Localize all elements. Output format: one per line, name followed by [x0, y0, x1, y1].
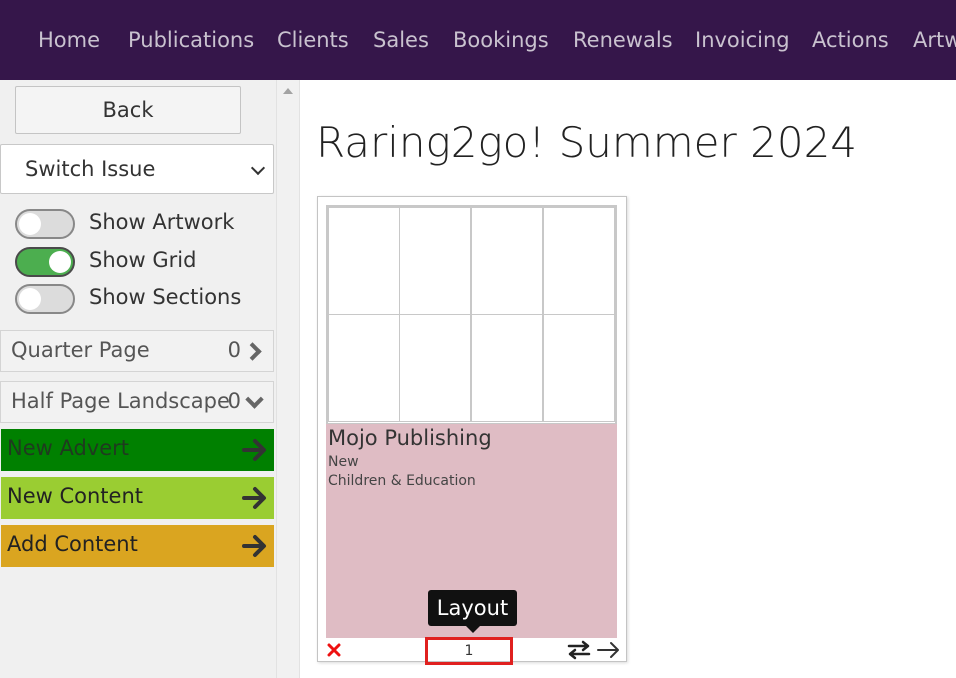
toggle-knob	[19, 213, 41, 235]
layout-tooltip: Layout	[428, 590, 517, 626]
nav-renewals[interactable]: Renewals	[573, 27, 673, 53]
delete-x-icon[interactable]	[327, 643, 341, 657]
swap-arrows-icon[interactable]	[566, 640, 592, 660]
grid-cell[interactable]	[471, 314, 543, 422]
size-count: 0	[227, 389, 241, 413]
arrow-right-icon[interactable]	[596, 640, 622, 660]
scroll-up-arrow-icon[interactable]	[283, 88, 293, 94]
switch-issue-label: Switch Issue	[25, 157, 156, 181]
grid-cell[interactable]	[543, 314, 615, 422]
grid-cell[interactable]	[328, 207, 400, 315]
arrow-right-icon	[242, 439, 266, 461]
new-advert-button[interactable]: New Advert	[1, 429, 274, 471]
show-grid-label: Show Grid	[89, 248, 197, 272]
page-footer: 1	[318, 637, 626, 665]
nav-sales[interactable]: Sales	[373, 27, 429, 53]
top-nav: Home Publications Clients Sales Bookings…	[0, 0, 956, 80]
grid-cell[interactable]	[399, 207, 471, 315]
back-button[interactable]: Back	[15, 86, 241, 134]
arrow-right-icon	[242, 535, 266, 557]
chevron-right-icon	[243, 342, 262, 361]
arrow-right-icon	[242, 487, 266, 509]
size-label: Half Page Landscape	[11, 389, 230, 413]
grid-cell[interactable]	[471, 207, 543, 315]
chevron-down-icon	[245, 390, 264, 409]
grid-cell[interactable]	[543, 207, 615, 315]
toggle-knob	[19, 288, 41, 310]
show-artwork-label: Show Artwork	[89, 210, 235, 234]
advert-category: Children & Education	[328, 473, 476, 489]
size-row-half-page-landscape[interactable]: Half Page Landscape 0	[0, 381, 274, 423]
sidebar-scrollbar[interactable]	[276, 80, 300, 678]
grid-cell[interactable]	[328, 314, 400, 422]
show-artwork-toggle[interactable]	[15, 209, 75, 239]
sidebar: Back Switch Issue Show Artwork Show Grid…	[0, 80, 276, 678]
toggle-knob	[49, 251, 71, 273]
switch-issue-select[interactable]: Switch Issue	[0, 144, 274, 194]
new-content-button[interactable]: New Content	[1, 477, 274, 519]
nav-clients[interactable]: Clients	[277, 27, 349, 53]
nav-bookings[interactable]: Bookings	[453, 27, 549, 53]
nav-publications[interactable]: Publications	[128, 27, 254, 53]
nav-invoicing[interactable]: Invoicing	[695, 27, 790, 53]
nav-home[interactable]: Home	[38, 27, 100, 53]
add-content-button[interactable]: Add Content	[1, 525, 274, 567]
size-label: Quarter Page	[11, 338, 150, 362]
nav-actions[interactable]: Actions	[812, 27, 889, 53]
grid-cell[interactable]	[399, 314, 471, 422]
size-row-quarter-page[interactable]: Quarter Page 0	[0, 330, 274, 372]
advert-status: New	[328, 454, 359, 470]
size-count: 0	[227, 338, 241, 362]
page-title: Raring2go! Summer 2024	[316, 118, 858, 167]
add-content-label: Add Content	[7, 532, 138, 556]
show-grid-toggle[interactable]	[15, 247, 75, 277]
nav-artwork[interactable]: Artwork	[913, 27, 956, 53]
advert-client-name: Mojo Publishing	[328, 426, 492, 450]
show-sections-toggle[interactable]	[15, 284, 75, 314]
chevron-down-icon	[250, 160, 266, 176]
new-content-label: New Content	[7, 484, 143, 508]
tooltip-arrow	[466, 626, 480, 633]
new-advert-label: New Advert	[7, 436, 130, 460]
page-number-field[interactable]: 1	[425, 637, 513, 665]
show-sections-label: Show Sections	[89, 285, 242, 309]
